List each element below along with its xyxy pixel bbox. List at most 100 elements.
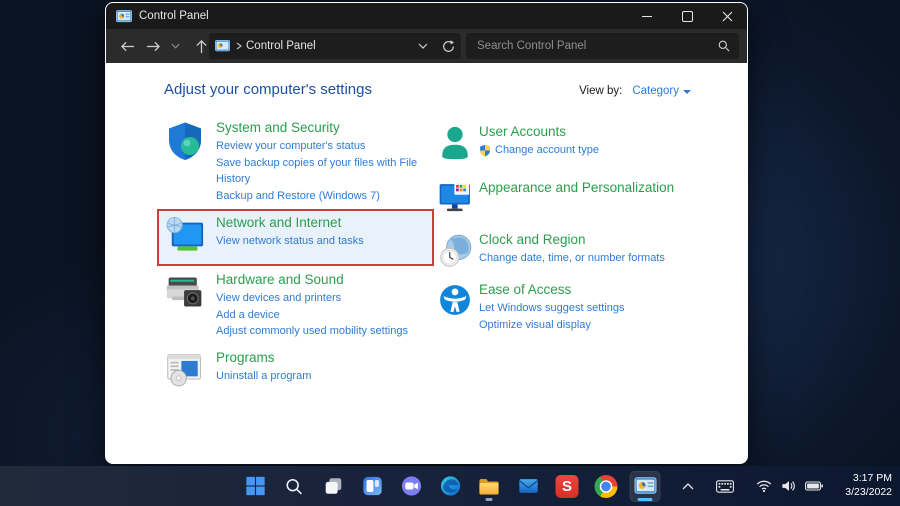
clock[interactable]: 3:17 PM 3/23/2022 xyxy=(845,472,892,499)
category-title[interactable]: Programs xyxy=(216,350,275,366)
chevron-up-icon xyxy=(682,482,694,489)
close-icon xyxy=(722,11,732,21)
system-tray: 3:17 PM 3/23/2022 xyxy=(682,466,892,506)
taskbar: S 3:17 PM 3/23/2022 xyxy=(0,466,900,506)
recent-locations-button[interactable] xyxy=(166,33,184,59)
control-panel-content: Adjust your computer's settings View by:… xyxy=(106,63,747,463)
category-column-right: User Accounts Change account type Appear… xyxy=(433,123,733,333)
category-link[interactable]: View devices and printers xyxy=(216,290,439,307)
category-title[interactable]: Network and Internet xyxy=(216,215,341,231)
category-link[interactable]: Uninstall a program xyxy=(216,368,439,385)
view-by-label: View by: xyxy=(579,85,623,97)
volume-button[interactable] xyxy=(781,480,796,492)
volume-icon xyxy=(782,481,796,491)
mail-icon xyxy=(518,479,538,493)
control-panel-icon-small xyxy=(215,40,230,52)
breadcrumb-chevron-icon xyxy=(236,42,242,50)
widgets-icon xyxy=(362,476,382,496)
forward-button[interactable] xyxy=(140,33,166,59)
category-appearance-and-personalization[interactable]: Appearance and Personalization xyxy=(433,179,733,220)
category-title[interactable]: Appearance and Personalization xyxy=(479,180,674,196)
maximize-icon xyxy=(681,10,693,22)
battery-icon xyxy=(805,481,824,491)
category-hardware-and-sound[interactable]: Hardware and Sound View devices and prin… xyxy=(157,271,439,340)
hardware-sound-icon xyxy=(165,271,216,316)
minimize-icon xyxy=(642,15,652,17)
clock-region-icon xyxy=(438,231,479,274)
breadcrumb[interactable]: Control Panel xyxy=(246,40,418,52)
view-by-dropdown[interactable]: Category xyxy=(632,85,691,97)
chrome-button[interactable] xyxy=(591,471,622,502)
back-button[interactable] xyxy=(114,33,140,59)
close-button[interactable] xyxy=(707,3,747,29)
control-panel-taskbar-button[interactable] xyxy=(629,470,661,502)
mail-button[interactable] xyxy=(513,471,544,502)
category-title[interactable]: User Accounts xyxy=(479,124,566,140)
category-link[interactable]: Review your computer's status xyxy=(216,138,439,155)
programs-icon xyxy=(165,349,216,394)
desktop: Control Panel Control Panel Search Contr… xyxy=(0,0,900,506)
navigation-toolbar: Control Panel xyxy=(106,29,747,63)
maximize-button[interactable] xyxy=(667,3,707,29)
refresh-icon[interactable] xyxy=(442,39,455,53)
caret-down-icon xyxy=(683,89,691,94)
search-icon xyxy=(286,478,302,494)
task-view-button[interactable] xyxy=(318,471,349,502)
page-title: Adjust your computer's settings xyxy=(164,81,372,98)
control-panel-icon xyxy=(634,477,656,494)
user-accounts-icon xyxy=(438,123,479,166)
minimize-button[interactable] xyxy=(627,3,667,29)
category-user-accounts[interactable]: User Accounts Change account type xyxy=(433,123,733,166)
touch-keyboard-button[interactable] xyxy=(716,479,735,493)
start-button[interactable] xyxy=(240,471,271,502)
s-app-icon: S xyxy=(555,474,579,498)
view-by-value[interactable]: Category xyxy=(632,85,679,97)
category-system-and-security[interactable]: System and Security Review your computer… xyxy=(157,119,439,204)
ease-of-access-icon xyxy=(438,281,479,322)
category-programs[interactable]: Programs Uninstall a program xyxy=(157,349,439,394)
file-explorer-icon xyxy=(479,478,499,495)
category-link[interactable]: Optimize visual display xyxy=(479,317,733,334)
battery-button[interactable] xyxy=(805,481,824,491)
file-explorer-button[interactable] xyxy=(474,471,505,502)
category-link[interactable]: Change account type xyxy=(495,142,599,159)
category-link[interactable]: Save backup copies of your files with Fi… xyxy=(216,155,439,188)
s-app-button[interactable]: S xyxy=(552,471,583,502)
control-panel-icon xyxy=(116,9,132,23)
chevron-down-icon xyxy=(170,43,180,49)
clock-time: 3:17 PM xyxy=(852,472,892,485)
category-link[interactable]: Add a device xyxy=(216,307,439,324)
category-network-and-internet-highlighted[interactable]: Network and Internet View network status… xyxy=(157,209,434,267)
category-title[interactable]: System and Security xyxy=(216,120,340,136)
category-title[interactable]: Ease of Access xyxy=(479,282,571,298)
category-link[interactable]: Change date, time, or number formats xyxy=(479,250,733,267)
keyboard-icon xyxy=(716,479,735,493)
category-link[interactable]: Backup and Restore (Windows 7) xyxy=(216,188,439,205)
category-column-left: System and Security Review your computer… xyxy=(157,119,439,394)
appearance-personalization-icon xyxy=(438,179,479,220)
widgets-button[interactable] xyxy=(357,471,388,502)
network-internet-icon xyxy=(165,214,216,259)
edge-icon xyxy=(440,476,460,496)
search-box[interactable] xyxy=(466,33,739,59)
wifi-button[interactable] xyxy=(756,480,772,492)
tray-overflow-button[interactable] xyxy=(682,482,694,490)
forward-icon xyxy=(146,41,160,51)
category-clock-and-region[interactable]: Clock and Region Change date, time, or n… xyxy=(433,231,733,274)
address-dropdown-icon[interactable] xyxy=(418,43,428,49)
up-arrow-icon xyxy=(195,39,207,53)
search-icon[interactable] xyxy=(718,40,730,52)
category-title[interactable]: Clock and Region xyxy=(479,232,586,248)
title-bar: Control Panel xyxy=(106,3,747,29)
chat-button[interactable] xyxy=(396,471,427,502)
taskbar-search-button[interactable] xyxy=(279,471,310,502)
category-link[interactable]: Adjust commonly used mobility settings xyxy=(216,323,439,340)
search-input[interactable] xyxy=(475,39,718,53)
address-bar[interactable]: Control Panel xyxy=(209,33,461,59)
category-link[interactable]: Let Windows suggest settings xyxy=(479,300,733,317)
category-ease-of-access[interactable]: Ease of Access Let Windows suggest setti… xyxy=(433,281,733,333)
edge-button[interactable] xyxy=(435,471,466,502)
chat-icon xyxy=(401,476,421,496)
category-link[interactable]: View network status and tasks xyxy=(216,233,428,250)
category-title[interactable]: Hardware and Sound xyxy=(216,272,344,288)
